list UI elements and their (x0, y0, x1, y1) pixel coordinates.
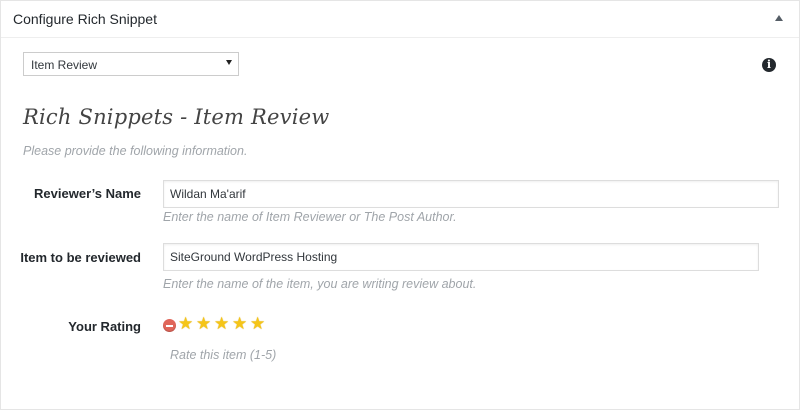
rich-snippet-panel: Configure Rich Snippet Item Review i Ric… (0, 0, 800, 410)
item-reviewed-hint: Enter the name of the item, you are writ… (163, 277, 477, 291)
caret-down-icon (226, 60, 232, 65)
star-icon[interactable]: ★ (250, 316, 265, 333)
page-subtitle: Please provide the following information… (23, 144, 248, 158)
star-icon[interactable]: ★ (232, 316, 247, 333)
reviewer-name-field[interactable] (163, 180, 779, 208)
triangle-up-icon (775, 15, 783, 21)
page-title: Rich Snippets - Item Review (23, 105, 330, 129)
rating-hint: Rate this item (1-5) (170, 348, 277, 362)
item-reviewed-label: Item to be reviewed (20, 250, 141, 265)
snippet-type-select[interactable]: Item Review (23, 52, 239, 76)
reviewer-name-label: Reviewer’s Name (34, 186, 141, 201)
reviewer-name-hint: Enter the name of Item Reviewer or The P… (163, 210, 457, 224)
snippet-type-selected: Item Review (31, 58, 98, 72)
item-reviewed-field[interactable] (163, 243, 759, 271)
star-icon[interactable]: ★ (196, 316, 211, 333)
panel-header: Configure Rich Snippet (1, 1, 799, 38)
panel-title: Configure Rich Snippet (13, 11, 157, 27)
star-icon[interactable]: ★ (214, 316, 229, 333)
minus-circle-icon[interactable] (163, 319, 176, 332)
collapse-toggle-button[interactable] (769, 9, 789, 29)
rating-label: Your Rating (68, 319, 141, 334)
info-icon[interactable]: i (762, 58, 776, 72)
star-icon[interactable]: ★ (178, 316, 193, 333)
